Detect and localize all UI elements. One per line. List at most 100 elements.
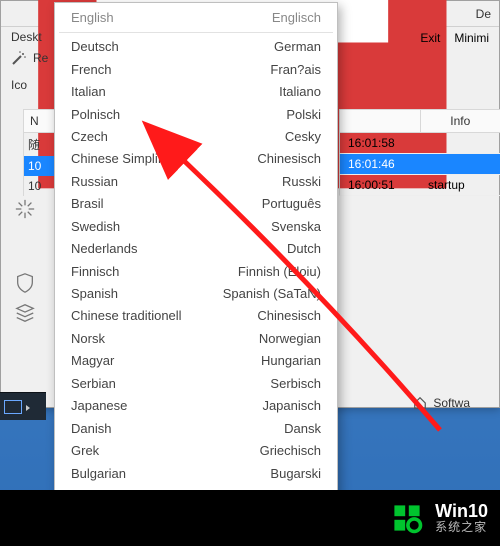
shield-icon [14, 272, 36, 294]
language-item-en: Deutsch [71, 38, 119, 57]
language-item-native: Hungarian [261, 352, 321, 371]
language-item-native: Spanish (SaTaN) [223, 285, 321, 304]
desktop-label: Deskt [11, 30, 42, 44]
table-header-time [340, 110, 421, 132]
table-header: Info [339, 109, 500, 133]
language-item-native: Griechisch [260, 442, 321, 461]
footer-line2: 系统之家 [435, 521, 488, 534]
language-item-en: Spanish [71, 285, 118, 304]
language-item-en: Serbian [71, 375, 116, 394]
language-item-en: Chinese Simplifiled [71, 150, 182, 169]
language-item[interactable]: Japanese Japanisch [55, 395, 337, 417]
language-item[interactable]: Chinese traditionell Chinesisch [55, 306, 337, 328]
table-cell-info: startup [420, 175, 500, 195]
language-item[interactable]: Czech Cesky [55, 126, 337, 148]
wand-icon [11, 50, 27, 66]
language-item-en: Japanese [71, 397, 127, 416]
language-item[interactable]: Bulgarian Bugarski [55, 463, 337, 485]
language-item-native: Japanisch [262, 397, 321, 416]
language-item-native: Chinesisch [257, 150, 321, 169]
language-item-en: Magyar [71, 352, 114, 371]
language-item-native: Dutch [287, 240, 321, 259]
language-item[interactable]: Polnisch Polski [55, 104, 337, 126]
software-label-row: Softwa [413, 396, 470, 410]
language-item[interactable]: Deutsch German [55, 36, 337, 58]
lang-header-native: Englisch [272, 9, 321, 28]
language-item-en: Brasil [71, 195, 104, 214]
ico-label: Ico [11, 78, 27, 92]
language-item[interactable]: Italian Italiano [55, 81, 337, 103]
language-item-native: Svenska [271, 218, 321, 237]
language-item-en: Grek [71, 442, 99, 461]
table-cell-info [420, 133, 500, 153]
language-item-native: Italiano [279, 83, 321, 102]
language-item[interactable]: Brasil Português [55, 194, 337, 216]
language-item[interactable]: French Fran?ais [55, 59, 337, 81]
language-item-en: Danish [71, 420, 111, 439]
gutter-icons [14, 198, 36, 324]
language-item-native: Finnish (Eloiu) [238, 263, 321, 282]
language-item-en: Russian [71, 173, 118, 192]
language-menu-items: DeutschGermanFrenchFran?aisItalianItalia… [55, 36, 337, 530]
language-item-en: Italian [71, 83, 106, 102]
language-item[interactable]: Danish Dansk [55, 418, 337, 440]
language-item-en: Chinese traditionell [71, 307, 182, 326]
language-item-en: Norsk [71, 330, 105, 349]
menu-separator [59, 32, 333, 33]
language-item-en: Swedish [71, 218, 120, 237]
language-item[interactable]: Magyar Hungarian [55, 351, 337, 373]
minimize-link[interactable]: Minimi [454, 31, 489, 45]
language-item-native: Russki [282, 173, 321, 192]
language-menu[interactable]: English Englisch Deutsch German French Fran… [54, 2, 338, 546]
language-item[interactable]: Swedish Svenska [55, 216, 337, 238]
language-item[interactable]: Finnisch Finnish (Eloiu) [55, 261, 337, 283]
language-item-en: Nederlands [71, 240, 138, 259]
language-item-native: Fran?ais [270, 61, 321, 80]
language-item[interactable]: Serbian Serbisch [55, 373, 337, 395]
language-item-native: Chinesisch [257, 307, 321, 326]
language-item[interactable]: Russian Russki [55, 171, 337, 193]
table-cell-time: 16:00:51 [340, 175, 420, 195]
language-item-native: Serbisch [270, 375, 321, 394]
footer-watermark: Win10 系统之家 [0, 490, 500, 546]
language-item[interactable]: Norsk Norwegian [55, 328, 337, 350]
language-item[interactable]: Chinese Simplifiled Chinesisch [55, 149, 337, 171]
language-item-native: Dansk [284, 420, 321, 439]
language-item-native: German [274, 38, 321, 57]
table-row[interactable]: 16:01:46 [339, 154, 500, 175]
language-item-en: Finnisch [71, 263, 119, 282]
language-item-native: Polski [286, 106, 321, 125]
language-item-en: Bulgarian [71, 465, 126, 484]
software-label: Softwa [433, 396, 470, 410]
exit-link[interactable]: Exit [420, 31, 440, 45]
times-table: Info 16:01:5816:01:4616:00:51startup [339, 109, 500, 196]
table-cell-info [420, 154, 500, 174]
home-icon [413, 396, 427, 410]
refresh-label: Re [33, 51, 48, 65]
footer-line1: Win10 [435, 502, 488, 522]
table-cell-time: 16:01:58 [340, 133, 420, 153]
language-item[interactable]: Grek Griechisch [55, 440, 337, 462]
table-row[interactable]: 16:00:51startup [339, 175, 500, 196]
sparkle-icon [14, 198, 36, 220]
language-item-native: Norwegian [259, 330, 321, 349]
taskbar [0, 392, 46, 420]
language-menu-header: English Englisch [55, 7, 337, 29]
language-item-en: Czech [71, 128, 108, 147]
table-header-info: Info [421, 110, 500, 132]
language-item[interactable]: Nederlands Dutch [55, 238, 337, 260]
stack-icon [14, 302, 36, 324]
language-item-native: Português [262, 195, 321, 214]
language-item-native: Bugarski [270, 465, 321, 484]
lang-header-en: English [71, 9, 114, 28]
language-item-native: Cesky [285, 128, 321, 147]
taskbar-flag-icon[interactable] [4, 400, 22, 414]
header-right-actions: Exit Minimi [420, 31, 489, 45]
window-title: De [476, 7, 491, 21]
footer-text: Win10 系统之家 [435, 502, 488, 535]
language-item-en: French [71, 61, 111, 80]
language-item[interactable]: Spanish Spanish (SaTaN) [55, 283, 337, 305]
table-row[interactable]: 16:01:58 [339, 133, 500, 154]
footer-logo-icon [389, 500, 425, 536]
language-item-en: Polnisch [71, 106, 120, 125]
